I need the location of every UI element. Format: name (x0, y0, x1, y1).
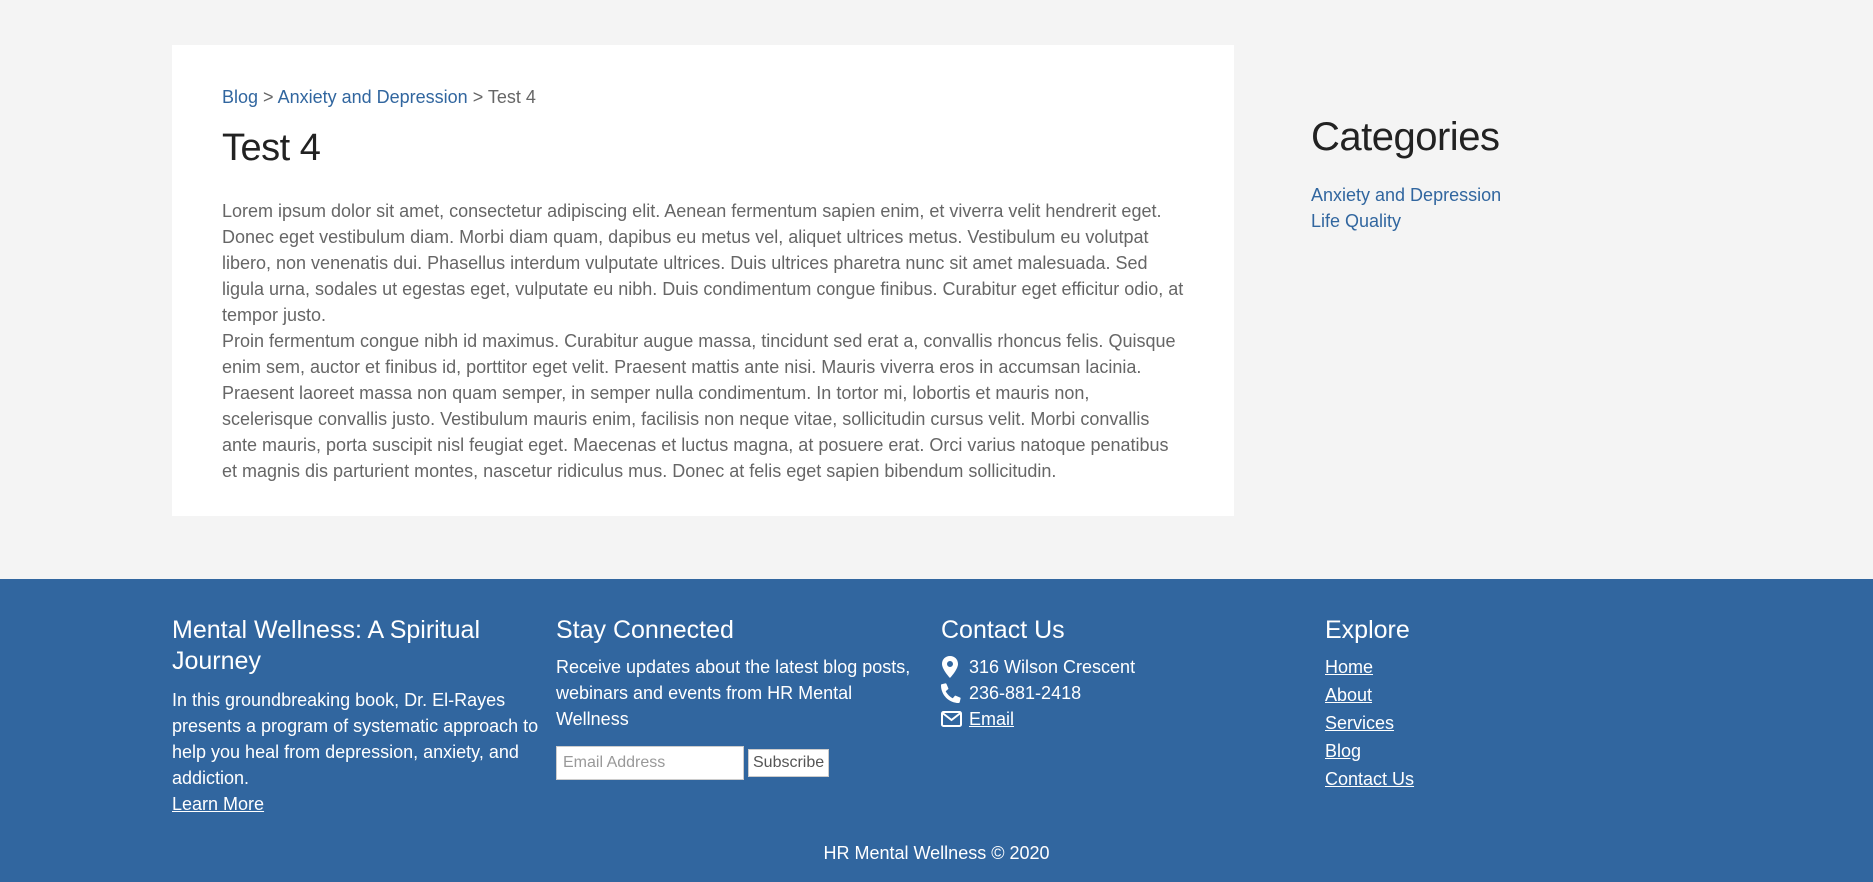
category-link-life-quality[interactable]: Life Quality (1311, 211, 1401, 231)
explore-link-services[interactable]: Services (1325, 713, 1394, 733)
category-list: Anxiety and Depression Life Quality (1311, 182, 1711, 234)
explore-link-about[interactable]: About (1325, 685, 1372, 705)
footer-newsletter-section: Stay Connected Receive updates about the… (556, 615, 926, 780)
breadcrumb-category-link[interactable]: Anxiety and Depression (278, 87, 468, 107)
subscribe-button[interactable]: Subscribe (748, 749, 830, 777)
contact-email-link[interactable]: Email (969, 706, 1014, 732)
contact-list: 316 Wilson Crescent 236-881-2418 Email (941, 654, 1311, 732)
breadcrumb-separator: > (472, 87, 484, 107)
list-item: Anxiety and Depression (1311, 182, 1711, 208)
contact-phone: 236-881-2418 (941, 680, 1311, 706)
contact-email: Email (941, 706, 1311, 732)
post-card: Blog > Anxiety and Depression > Test 4 T… (172, 45, 1234, 516)
list-item: About (1325, 682, 1695, 710)
breadcrumb-blog-link[interactable]: Blog (222, 87, 258, 107)
explore-list: Home About Services Blog Contact Us (1325, 654, 1695, 794)
footer-explore-title: Explore (1325, 616, 1410, 644)
list-item: Home (1325, 654, 1695, 682)
copyright: HR Mental Wellness © 2020 (823, 843, 1050, 863)
phone-icon (941, 683, 965, 703)
post-paragraph: Proin fermentum congue nibh id maximus. … (222, 331, 1176, 481)
breadcrumb: Blog > Anxiety and Depression > Test 4 (222, 86, 1184, 108)
list-item: Life Quality (1311, 208, 1711, 234)
category-link-anxiety-depression[interactable]: Anxiety and Depression (1311, 185, 1501, 205)
envelope-icon (941, 711, 965, 727)
footer-newsletter-title: Stay Connected (556, 616, 734, 644)
learn-more-link[interactable]: Learn More (172, 794, 264, 814)
footer-contact-section: Contact Us 316 Wilson Crescent 236-881-2… (941, 615, 1311, 732)
footer-book-title: Mental Wellness: A Spiritual Journey (172, 616, 481, 675)
post-paragraph: Lorem ipsum dolor sit amet, consectetur … (222, 201, 1184, 325)
post-title: Test 4 (222, 127, 321, 169)
list-item: Contact Us (1325, 766, 1695, 794)
explore-link-contact-us[interactable]: Contact Us (1325, 769, 1414, 789)
footer-contact-title: Contact Us (941, 616, 1065, 644)
footer-explore-section: Explore Home About Services Blog Contact… (1325, 615, 1695, 794)
sidebar: Categories Anxiety and Depression Life Q… (1311, 112, 1711, 234)
footer-book-description: In this groundbreaking book, Dr. El-Raye… (172, 690, 539, 788)
main-area: Blog > Anxiety and Depression > Test 4 T… (0, 0, 1873, 579)
explore-link-home[interactable]: Home (1325, 657, 1373, 677)
sidebar-title: Categories (1311, 115, 1500, 159)
breadcrumb-separator: > (263, 87, 274, 107)
footer: Mental Wellness: A Spiritual Journey In … (0, 579, 1873, 882)
list-item: Blog (1325, 738, 1695, 766)
breadcrumb-current: Test 4 (487, 87, 536, 107)
subscribe-form: Subscribe (556, 746, 926, 780)
footer-newsletter-description: Receive updates about the latest blog po… (556, 657, 911, 729)
explore-link-blog[interactable]: Blog (1325, 741, 1361, 761)
contact-address: 316 Wilson Crescent (941, 654, 1311, 680)
email-address-input[interactable] (556, 746, 744, 780)
footer-book-section: Mental Wellness: A Spiritual Journey In … (172, 615, 542, 817)
list-item: Services (1325, 710, 1695, 738)
map-marker-icon (941, 656, 965, 678)
contact-address-text: 316 Wilson Crescent (969, 657, 1136, 677)
contact-phone-text: 236-881-2418 (969, 683, 1082, 703)
post-body: Lorem ipsum dolor sit amet, consectetur … (222, 198, 1184, 484)
